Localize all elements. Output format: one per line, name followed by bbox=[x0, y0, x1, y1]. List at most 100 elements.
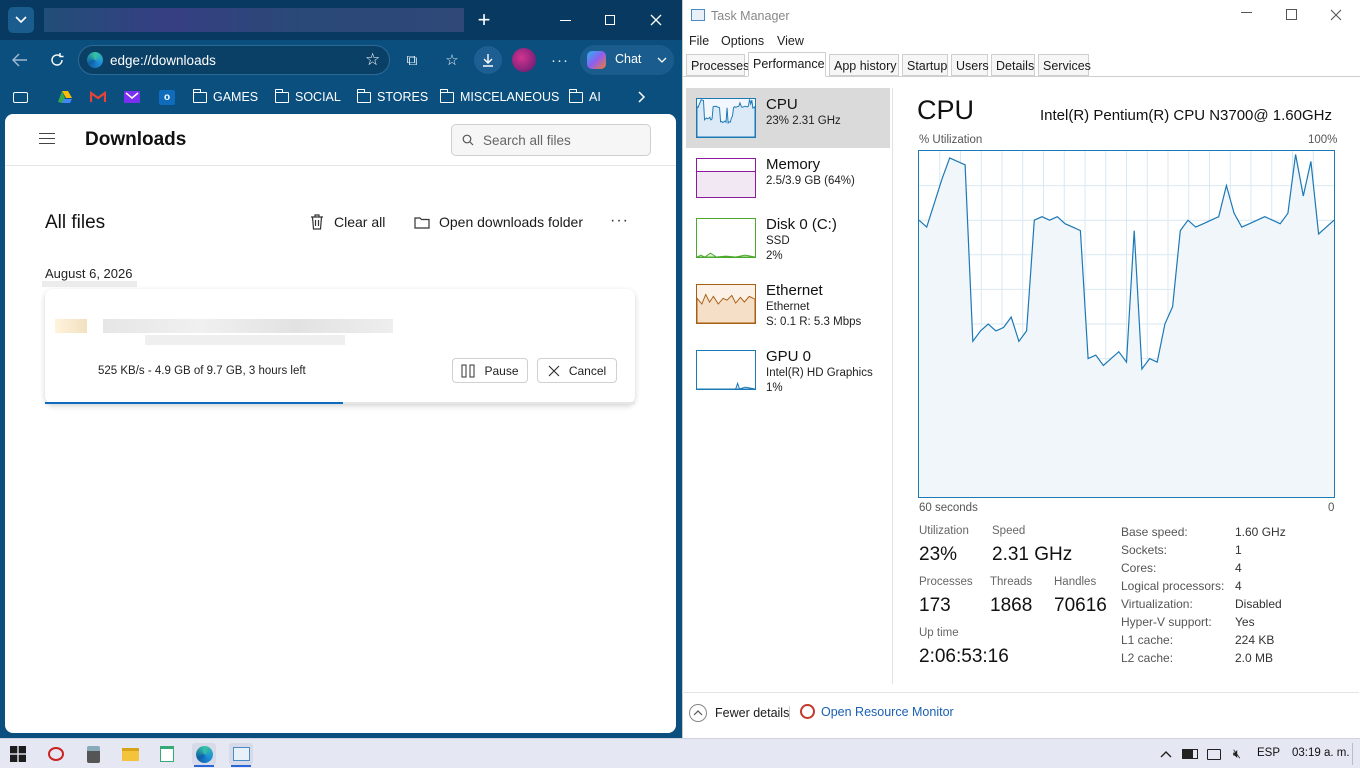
date-heading: August 6, 2026 bbox=[45, 266, 133, 281]
cpu-thumbnail-graph bbox=[696, 98, 756, 138]
downloads-button[interactable] bbox=[474, 46, 502, 74]
bookmark-folder-ai[interactable]: AI bbox=[568, 88, 601, 106]
gmail-icon[interactable] bbox=[90, 88, 106, 106]
file-explorer-icon[interactable] bbox=[118, 743, 142, 765]
detail-key: L2 cache: bbox=[1121, 651, 1174, 665]
uptime-value: 2:06:53:16 bbox=[919, 646, 1009, 667]
extensions-button[interactable]: ⧉ bbox=[398, 46, 426, 74]
folder-icon bbox=[568, 88, 583, 103]
maximize-button[interactable] bbox=[588, 0, 632, 40]
edge-taskbar-icon[interactable] bbox=[192, 743, 216, 765]
more-icon: ··· bbox=[551, 51, 569, 69]
chevron-down-icon bbox=[657, 57, 667, 63]
sidebar-subtitle: 1% bbox=[766, 382, 783, 394]
volume-muted-icon[interactable]: 🔇︎ bbox=[1225, 743, 1249, 765]
sidebar-item-gpu[interactable]: GPU 0 Intel(R) HD Graphics 1% bbox=[686, 340, 890, 400]
bookmark-folder-stores[interactable]: STORES bbox=[356, 88, 428, 106]
chevron-up-icon bbox=[1160, 751, 1172, 758]
file-name-blurred bbox=[103, 319, 393, 333]
menu-view[interactable]: View bbox=[777, 34, 804, 48]
page-title: Downloads bbox=[85, 129, 187, 150]
sidebar-item-disk[interactable]: Disk 0 (C:) SSD 2% bbox=[686, 208, 890, 268]
refresh-button[interactable] bbox=[43, 46, 71, 74]
detail-value: 1.60 GHz bbox=[1235, 525, 1286, 539]
minimize-button[interactable] bbox=[543, 0, 587, 40]
downloads-page: Downloads Search all files All files Cle… bbox=[5, 114, 676, 733]
address-text[interactable]: edge://downloads bbox=[110, 53, 216, 68]
minimize-button[interactable] bbox=[1241, 6, 1253, 18]
new-tab-button[interactable]: + bbox=[462, 0, 506, 40]
reading-icon[interactable] bbox=[13, 88, 28, 106]
tab-processes[interactable]: Processes bbox=[686, 54, 749, 76]
maximize-button[interactable] bbox=[1286, 9, 1297, 20]
sidebar-title: CPU bbox=[766, 96, 798, 113]
snipping-tool-icon[interactable] bbox=[44, 743, 68, 765]
favorites-button[interactable]: ☆ bbox=[438, 46, 466, 74]
fewer-details-button[interactable]: Fewer details bbox=[689, 704, 789, 722]
network-icon[interactable] bbox=[1202, 743, 1226, 765]
more-options-button[interactable]: ··· bbox=[610, 212, 629, 230]
yahoo-mail-icon[interactable] bbox=[124, 88, 140, 106]
menu-options[interactable]: Options bbox=[721, 34, 764, 48]
cancel-label: Cancel bbox=[568, 363, 607, 378]
clear-all-label: Clear all bbox=[334, 214, 386, 230]
bookmark-folder-games[interactable]: GAMES bbox=[192, 88, 258, 106]
time-axis-label: 60 seconds bbox=[919, 502, 978, 514]
download-item: 525 KB/s - 4.9 GB of 9.7 GB, 3 hours lef… bbox=[45, 289, 635, 404]
edge-logo-icon bbox=[87, 52, 103, 68]
downloads-header: Downloads Search all files bbox=[5, 114, 676, 166]
pause-button[interactable]: Pause bbox=[452, 358, 528, 383]
open-resource-monitor-link[interactable]: Open Resource Monitor bbox=[800, 704, 954, 719]
detail-key: L1 cache: bbox=[1121, 633, 1174, 647]
detail-key: Virtualization: bbox=[1121, 597, 1193, 611]
detail-key: Cores: bbox=[1121, 561, 1157, 575]
back-button[interactable] bbox=[6, 46, 34, 74]
sidebar-item-memory[interactable]: Memory 2.5/3.9 GB (64%) bbox=[686, 148, 890, 208]
tab-actions-button[interactable] bbox=[0, 0, 42, 40]
tab-app-history[interactable]: App history bbox=[829, 54, 899, 76]
menu-file[interactable]: File bbox=[689, 34, 709, 48]
active-app-indicator bbox=[194, 765, 214, 767]
utilization-axis-label: % Utilization bbox=[919, 134, 983, 146]
tab-details[interactable]: Details bbox=[991, 54, 1035, 76]
tab-startup[interactable]: Startup bbox=[902, 54, 948, 76]
battery-icon[interactable] bbox=[1178, 743, 1202, 765]
max-axis-label: 100% bbox=[1308, 134, 1338, 146]
input-language[interactable]: ESP bbox=[1257, 747, 1280, 759]
calculator-icon[interactable] bbox=[81, 743, 105, 765]
sidebar-item-ethernet[interactable]: Ethernet Ethernet S: 0.1 R: 5.3 Mbps bbox=[686, 274, 890, 334]
search-input[interactable]: Search all files bbox=[451, 124, 651, 156]
sidebar-item-cpu[interactable]: CPU 23% 2.31 GHz bbox=[686, 88, 890, 148]
task-manager-taskbar-icon[interactable] bbox=[229, 743, 253, 765]
detail-key: Sockets: bbox=[1121, 543, 1168, 557]
tab-users[interactable]: Users bbox=[951, 54, 989, 76]
sidebar-title: Disk 0 (C:) bbox=[766, 216, 837, 233]
date-blur bbox=[42, 281, 137, 287]
clear-all-button[interactable]: Clear all bbox=[310, 214, 385, 230]
open-downloads-folder-button[interactable]: Open downloads folder bbox=[414, 214, 583, 230]
clock[interactable]: 03:19 a. m. bbox=[1292, 747, 1350, 759]
copilot-chat-button[interactable]: Chat bbox=[580, 45, 674, 75]
more-favorites-button[interactable] bbox=[638, 88, 646, 106]
outlook-icon[interactable]: o bbox=[159, 88, 175, 106]
show-desktop-button[interactable] bbox=[1352, 743, 1358, 765]
download-status: 525 KB/s - 4.9 GB of 9.7 GB, 3 hours lef… bbox=[98, 365, 306, 377]
sidebar-subtitle: 23% 2.31 GHz bbox=[766, 115, 841, 127]
drive-icon[interactable] bbox=[57, 88, 73, 106]
cancel-button[interactable]: Cancel bbox=[537, 358, 617, 383]
close-icon[interactable] bbox=[1330, 9, 1342, 21]
notepad-icon[interactable] bbox=[155, 743, 179, 765]
more-menu-button[interactable]: ··· bbox=[546, 46, 574, 74]
show-hidden-icons-button[interactable] bbox=[1154, 743, 1178, 765]
bookmark-folder-social[interactable]: SOCIAL bbox=[274, 88, 341, 106]
profile-avatar[interactable] bbox=[512, 48, 536, 72]
hamburger-menu-icon[interactable] bbox=[39, 133, 55, 144]
favorite-star-icon[interactable]: ☆ bbox=[365, 50, 380, 70]
address-bar[interactable]: edge://downloads ☆ bbox=[78, 45, 390, 75]
tab-performance[interactable]: Performance bbox=[748, 52, 826, 77]
close-button[interactable] bbox=[634, 0, 678, 40]
start-button[interactable] bbox=[6, 743, 30, 765]
tab-services[interactable]: Services bbox=[1038, 54, 1091, 76]
tab-blurred[interactable] bbox=[44, 8, 464, 32]
bookmark-folder-miscelaneous[interactable]: MISCELANEOUS bbox=[439, 88, 559, 106]
